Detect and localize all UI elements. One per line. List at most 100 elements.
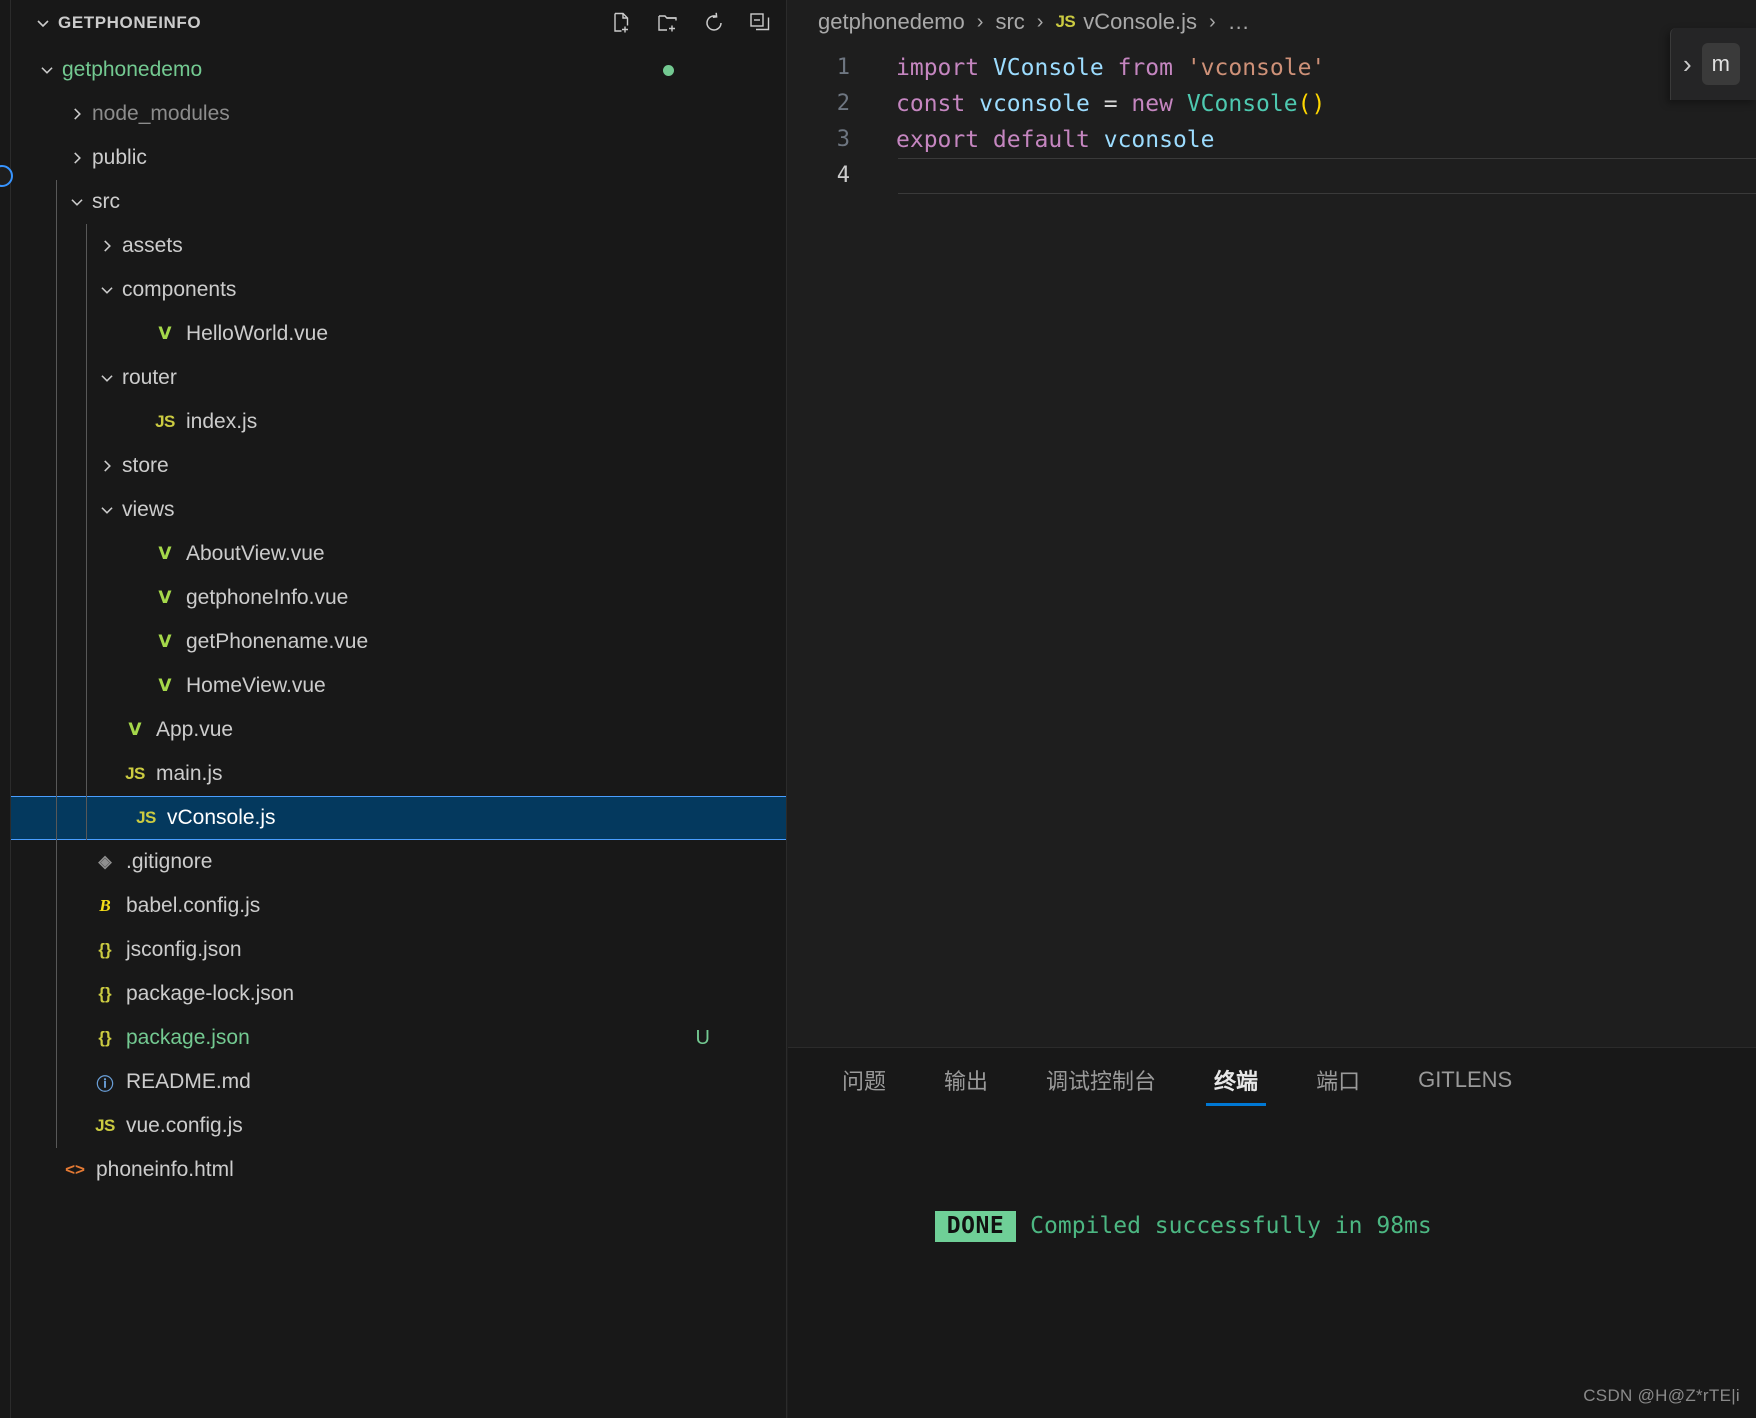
activity-bar [0, 0, 13, 1418]
chevron-right-icon[interactable] [94, 453, 120, 479]
chevron-down-icon[interactable] [94, 365, 120, 391]
tree-item-label: vue.config.js [126, 1114, 243, 1137]
tree-item-label: router [122, 366, 177, 389]
tree-item-label: getphoneInfo.vue [186, 586, 349, 609]
tree-item-getphonedemo[interactable]: getphonedemo [10, 48, 786, 92]
tree-item-views[interactable]: views [10, 488, 786, 532]
chevron-right-icon[interactable] [64, 101, 90, 127]
tree-item-vconsole-js[interactable]: JS vConsole.js [10, 796, 786, 840]
tree-item-vue-config-js[interactable]: JS vue.config.js [10, 1104, 786, 1148]
explorer-header: GETPHONEINFO [10, 0, 786, 46]
code-token: vconsole [1103, 127, 1215, 153]
breadcrumb-item-project[interactable]: getphonedemo [818, 9, 965, 35]
tree-item-label: package-lock.json [126, 982, 295, 1005]
vscode-window: GETPHONEINFO getphonedemo node_modules p… [0, 0, 1756, 1418]
tree-item--gitignore[interactable]: ◈ .gitignore [10, 840, 786, 884]
panel-tab-1[interactable]: 问题 [824, 1048, 904, 1112]
code-line[interactable]: 2 const vconsole = new VConsole() [788, 86, 1756, 122]
code-token: 'vconsole' [1186, 55, 1326, 81]
tree-item-node-modules[interactable]: node_modules [10, 92, 786, 136]
tree-item-label: vConsole.js [167, 806, 276, 829]
vue-file-icon: V [158, 676, 172, 696]
js-file-icon: JS [136, 808, 156, 827]
tree-item-aboutview-vue[interactable]: V AboutView.vue [10, 532, 786, 576]
code-token: vconsole [979, 91, 1104, 117]
panel-tab-bar: 问题 输出 调试控制台 终端 端口 GITLENS [788, 1048, 1756, 1112]
terminal-output[interactable]: DONECompiled successfully in 98ms App ru… [788, 1112, 1756, 1418]
tree-item-src[interactable]: src [10, 180, 786, 224]
tree-item-getphoneinfo-vue[interactable]: VgetphoneInfo.vue [10, 576, 786, 620]
tree-item-index-js[interactable]: JS index.js [10, 400, 786, 444]
vue-file-icon: V [158, 632, 172, 652]
tree-item-getphonename-vue[interactable]: VgetPhonename.vue [10, 620, 786, 664]
panel-tab-2[interactable]: 输出 [926, 1048, 1006, 1112]
tree-item-phoneinfo-html[interactable]: <> phoneinfo.html [10, 1148, 786, 1192]
code-line[interactable]: 4 [788, 158, 1756, 194]
tree-item-label: getphonedemo [62, 58, 203, 81]
panel-tab-5[interactable]: 端口 [1298, 1048, 1378, 1112]
code-line[interactable]: 1 import VConsole from 'vconsole' [788, 50, 1756, 86]
collapse-all-icon[interactable] [748, 11, 772, 35]
refresh-icon[interactable] [702, 11, 726, 35]
tree-item-helloworld-vue[interactable]: V HelloWorld.vue [10, 312, 786, 356]
code-line-text: const vconsole = new VConsole() [896, 86, 1325, 122]
breadcrumb-separator-icon: › [1036, 10, 1044, 33]
breadcrumb-item-symbols[interactable]: … [1228, 9, 1250, 35]
code-editor[interactable]: 1 import VConsole from 'vconsole' 2 const v… [788, 44, 1756, 194]
chevron-right-icon[interactable] [94, 233, 120, 259]
chevron-right-icon[interactable] [64, 145, 90, 171]
js-file-icon: JS [125, 764, 145, 783]
code-token: new [1131, 91, 1187, 117]
tree-item-router[interactable]: router [10, 356, 786, 400]
panel-tab-4[interactable]: 终端 [1196, 1048, 1276, 1112]
code-token: () [1297, 91, 1326, 117]
vue-file-icon: V [158, 324, 172, 344]
chevron-down-icon[interactable] [94, 497, 120, 523]
terminal-spacer [824, 1329, 1756, 1381]
panel-tab-6[interactable]: GITLENS [1400, 1048, 1530, 1112]
breadcrumb-item-file[interactable]: vConsole.js [1083, 9, 1197, 35]
tree-item-label: phoneinfo.html [96, 1158, 234, 1181]
chevron-right-icon[interactable]: › [1683, 49, 1692, 80]
current-line-highlight [898, 158, 1756, 194]
tree-item-components[interactable]: components [10, 268, 786, 312]
chevron-down-icon[interactable] [64, 189, 90, 215]
tree-item-label: .gitignore [126, 850, 213, 873]
tree-item-package-lock-json[interactable]: {} package-lock.json [10, 972, 786, 1016]
tree-item-app-vue[interactable]: V App.vue [10, 708, 786, 752]
tree-item-main-js[interactable]: JS main.js [10, 752, 786, 796]
tree-item-jsconfig-json[interactable]: {} jsconfig.json [10, 928, 786, 972]
breadcrumb-item-folder[interactable]: src [995, 9, 1024, 35]
tree-item-label: babel.config.js [126, 894, 261, 917]
chevron-down-icon[interactable] [94, 277, 120, 303]
vue-file-icon: V [128, 720, 142, 740]
git-status-badge: U [695, 1026, 710, 1049]
tree-indent-guide [86, 224, 87, 840]
chevron-down-icon[interactable] [34, 57, 60, 83]
tree-item-label: jsconfig.json [126, 938, 242, 961]
panel-tab-3[interactable]: 调试控制台 [1028, 1048, 1174, 1112]
tree-item-assets[interactable]: assets [10, 224, 786, 268]
js-file-icon: JS [95, 1116, 115, 1135]
side-panel-chip[interactable]: m [1701, 43, 1740, 85]
code-token: = [1103, 91, 1132, 117]
tree-item-label: HomeView.vue [186, 674, 326, 697]
tree-item-label: views [122, 498, 175, 521]
tree-item-public[interactable]: public [10, 136, 786, 180]
tree-item-readme-md[interactable]: ⓘ README.md [10, 1060, 786, 1104]
tree-item-package-json[interactable]: {} package.json U [10, 1016, 786, 1060]
new-folder-icon[interactable] [656, 11, 680, 35]
html-file-icon: <> [65, 1160, 85, 1179]
new-file-icon[interactable] [610, 11, 634, 35]
collapsed-side-panel[interactable]: › m [1670, 28, 1756, 100]
code-line[interactable]: 3 export default vconsole [788, 122, 1756, 158]
tree-item-label: node_modules [92, 102, 230, 125]
tree-item-store[interactable]: store [10, 444, 786, 488]
tree-item-label: src [92, 190, 120, 213]
babel-file-icon: B [99, 896, 111, 915]
chevron-down-icon[interactable] [32, 12, 54, 34]
tree-item-homeview-vue[interactable]: V HomeView.vue [10, 664, 786, 708]
line-number: 1 [836, 55, 850, 80]
tree-item-babel-config-js[interactable]: Bbabel.config.js [10, 884, 786, 928]
tree-item-label: getPhonename.vue [186, 630, 369, 653]
